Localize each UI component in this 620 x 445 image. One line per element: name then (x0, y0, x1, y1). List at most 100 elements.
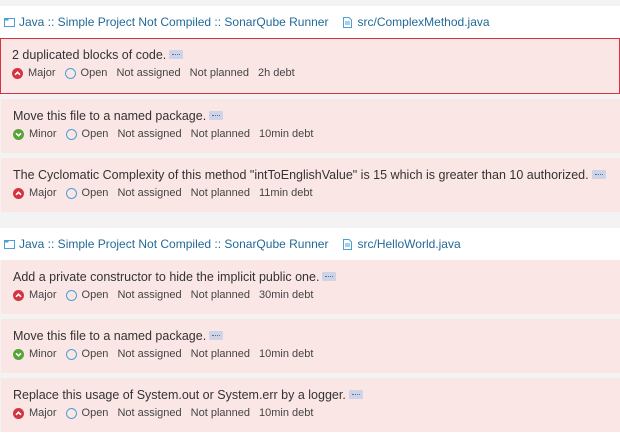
assignee-label: Not assigned (117, 187, 182, 199)
file-link[interactable]: src/HelloWorld.java (357, 237, 460, 251)
issue-item[interactable]: Move this file to a named package. Minor… (1, 319, 620, 373)
qualifier-file-icon (343, 16, 353, 28)
issue-message-text: Add a private constructor to hide the im… (13, 270, 320, 284)
assignee-label: Not assigned (117, 407, 182, 419)
debt-text: 30min debt (258, 289, 314, 301)
plan-label: Not planned (190, 187, 250, 199)
severity-major-icon (12, 67, 23, 79)
issue-item[interactable]: Replace this usage of System.out or Syst… (1, 378, 620, 432)
assignee-label: Not assigned (116, 67, 181, 79)
project-link[interactable]: Java :: Simple Project Not Compiled :: S… (19, 237, 328, 251)
issue-meta: Minor Open Not assigned Not planned 10mi… (13, 348, 608, 360)
status-indicator[interactable]: Open (64, 67, 108, 79)
status-indicator[interactable]: Open (65, 187, 109, 199)
severity-selector[interactable]: Major (12, 67, 56, 79)
debt-label: 10min debt (259, 407, 313, 419)
qualifier-project-icon (4, 17, 15, 27)
assignee-selector[interactable]: Not assigned (117, 289, 181, 301)
plan-selector[interactable]: Not planned (191, 187, 250, 199)
plan-selector[interactable]: Not planned (191, 407, 250, 419)
issue-message-text: Move this file to a named package. (13, 109, 207, 123)
debt-label: 30min debt (259, 289, 313, 301)
status-indicator[interactable]: Open (65, 128, 109, 140)
issue-message[interactable]: Replace this usage of System.out or Syst… (13, 386, 608, 404)
status-open-icon (65, 128, 77, 140)
severity-label: Major (28, 67, 56, 79)
severity-selector[interactable]: Major (13, 407, 57, 419)
file-block: src/HelloWorld.java (342, 237, 461, 251)
issue-meta: Major Open Not assigned Not planned 2h d… (12, 67, 608, 79)
issues-list: Java :: Simple Project Not Compiled :: S… (0, 0, 620, 445)
debt-label: 10min debt (259, 128, 313, 140)
issue-message[interactable]: The Cyclomatic Complexity of this method… (13, 166, 608, 184)
issue-item[interactable]: Move this file to a named package. Minor… (1, 99, 620, 153)
status-indicator[interactable]: Open (65, 289, 108, 301)
plan-label: Not planned (190, 407, 250, 419)
plan-selector[interactable]: Not planned (191, 289, 250, 301)
group-separator (0, 212, 620, 228)
issue-meta: Major Open Not assigned Not planned 30mi… (13, 289, 608, 301)
issue-item[interactable]: 2 duplicated blocks of code. Major Open … (0, 38, 620, 94)
plan-selector[interactable]: Not planned (191, 348, 250, 360)
issue-message-text: Replace this usage of System.out or Syst… (13, 388, 346, 402)
issue-item[interactable]: The Cyclomatic Complexity of this method… (1, 158, 620, 212)
debt-label: 10min debt (259, 348, 313, 360)
severity-selector[interactable]: Major (13, 187, 57, 199)
issue-meta: Major Open Not assigned Not planned 10mi… (13, 407, 608, 419)
severity-selector[interactable]: Major (13, 289, 57, 301)
severity-label: Major (29, 187, 57, 199)
status-indicator[interactable]: Open (65, 407, 108, 419)
severity-selector[interactable]: Minor (13, 128, 57, 140)
issue-message[interactable]: Add a private constructor to hide the im… (13, 268, 608, 286)
status-open-icon (65, 289, 77, 301)
component-header-1: Java :: Simple Project Not Compiled :: S… (0, 6, 620, 38)
assignee-selector[interactable]: Not assigned (117, 128, 181, 140)
status-label: Open (81, 348, 109, 360)
severity-label: Major (29, 289, 57, 301)
assignee-selector[interactable]: Not assigned (117, 407, 181, 419)
more-ellipsis-icon[interactable] (209, 111, 224, 121)
plan-label: Not planned (190, 128, 250, 140)
issue-message[interactable]: 2 duplicated blocks of code. (12, 46, 608, 64)
status-indicator[interactable]: Open (65, 348, 109, 360)
issue-message-text: The Cyclomatic Complexity of this method… (13, 168, 589, 182)
status-open-icon (65, 407, 77, 419)
project-link[interactable]: Java :: Simple Project Not Compiled :: S… (19, 15, 328, 29)
severity-minor-icon (13, 348, 24, 360)
issue-message[interactable]: Move this file to a named package. (13, 107, 608, 125)
issue-meta: Major Open Not assigned Not planned 11mi… (13, 187, 608, 199)
plan-selector[interactable]: Not planned (190, 67, 249, 79)
more-ellipsis-icon[interactable] (209, 331, 224, 341)
plan-selector[interactable]: Not planned (191, 128, 250, 140)
debt-text: 2h debt (257, 67, 295, 79)
debt-text: 11min debt (258, 187, 313, 199)
more-ellipsis-icon[interactable] (348, 390, 363, 400)
status-open-icon (65, 348, 77, 360)
issue-meta: Minor Open Not assigned Not planned 10mi… (13, 128, 608, 140)
severity-selector[interactable]: Minor (13, 348, 57, 360)
more-ellipsis-icon[interactable] (169, 50, 184, 60)
status-label: Open (80, 67, 108, 79)
issue-message[interactable]: Move this file to a named package. (13, 327, 608, 345)
debt-text: 10min debt (258, 128, 314, 140)
severity-label: Minor (29, 348, 57, 360)
debt-text: 10min debt (258, 348, 314, 360)
status-label: Open (81, 187, 109, 199)
issue-message-text: Move this file to a named package. (13, 329, 207, 343)
issue-item[interactable]: Add a private constructor to hide the im… (1, 260, 620, 314)
assignee-selector[interactable]: Not assigned (117, 348, 181, 360)
assignee-selector[interactable]: Not assigned (117, 187, 181, 199)
assignee-label: Not assigned (117, 289, 182, 301)
component-group-2: Java :: Simple Project Not Compiled :: S… (0, 228, 620, 432)
plan-label: Not planned (190, 289, 250, 301)
more-ellipsis-icon[interactable] (591, 170, 606, 180)
status-label: Open (81, 128, 109, 140)
assignee-selector[interactable]: Not assigned (116, 67, 180, 79)
file-link[interactable]: src/ComplexMethod.java (357, 15, 489, 29)
debt-label: 11min debt (259, 187, 313, 199)
more-ellipsis-icon[interactable] (322, 272, 337, 282)
severity-major-icon (13, 407, 24, 419)
plan-label: Not planned (189, 67, 249, 79)
severity-label: Major (29, 407, 57, 419)
severity-minor-icon (13, 128, 24, 140)
